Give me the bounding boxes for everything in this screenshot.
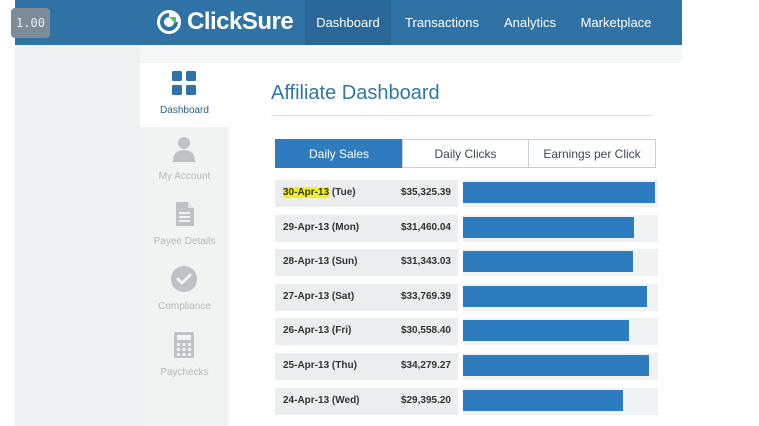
bar-track (463, 180, 658, 207)
bar-track (463, 284, 658, 311)
row-date-value: 26-Apr-13 (283, 325, 330, 336)
bar-track (463, 215, 658, 242)
bar-track (463, 353, 658, 380)
row-date: 24-Apr-13 (Wed) (283, 395, 360, 406)
sidebar-item-label: Dashboard (160, 105, 209, 116)
row-date-value: 30-Apr-13 (283, 187, 330, 198)
table-row: 29-Apr-13 (Mon) $31,460.04 (275, 215, 658, 242)
sales-bar (463, 251, 633, 272)
sales-bar (463, 286, 647, 307)
brand-name: ClickSure (187, 8, 294, 35)
row-amount: $30,558.40 (400, 325, 451, 336)
chart-tabs: Daily Sales Daily Clicks Earnings per Cl… (275, 139, 656, 168)
row-date-value: 29-Apr-13 (283, 222, 330, 233)
sidebar-item-label: Payee Details (153, 236, 216, 247)
title-divider (271, 115, 654, 116)
tab-earnings-per-click[interactable]: Earnings per Click (528, 139, 656, 168)
user-icon (173, 137, 195, 162)
table-row: 26-Apr-13 (Fri) $30,558.40 (275, 318, 658, 345)
sales-bar (463, 320, 629, 341)
top-nav-bar: ClickSure Dashboard Transactions Analyti… (15, 0, 682, 45)
sales-bar (463, 217, 634, 238)
nav-analytics[interactable]: Analytics (493, 0, 567, 45)
page-title: Affiliate Dashboard (271, 82, 440, 104)
row-amount: $33,769.39 (400, 291, 451, 302)
tab-daily-sales[interactable]: Daily Sales (275, 139, 403, 168)
row-date: 29-Apr-13 (Mon) (283, 222, 359, 233)
row-label-cell: 24-Apr-13 (Wed) $29,395.20 (275, 388, 458, 415)
row-date: 25-Apr-13 (Thu) (283, 360, 357, 371)
nav-dashboard[interactable]: Dashboard (305, 0, 391, 45)
sales-bar (463, 182, 655, 203)
table-row: 25-Apr-13 (Thu) $34,279.27 (275, 353, 658, 380)
table-row: 24-Apr-13 (Wed) $29,395.20 (275, 388, 658, 415)
row-day-value: (Thu) (331, 360, 357, 371)
row-date-value: 27-Apr-13 (283, 291, 330, 302)
row-label-cell: 28-Apr-13 (Sun) $31,343.03 (275, 249, 458, 276)
table-row: 30-Apr-13 (Tue) $35,325.39 (275, 180, 658, 207)
sidebar-item-payee-details[interactable]: Payee Details (140, 194, 229, 258)
brand-logo[interactable]: ClickSure (155, 8, 294, 36)
row-date-value: 25-Apr-13 (283, 360, 330, 371)
row-amount: $31,343.03 (400, 256, 451, 267)
sidebar-item-compliance[interactable]: Compliance (140, 259, 229, 323)
row-label-cell: 30-Apr-13 (Tue) $35,325.39 (275, 180, 458, 207)
row-date: 27-Apr-13 (Sat) (283, 291, 354, 302)
grid-icon (172, 71, 196, 95)
row-label-cell: 29-Apr-13 (Mon) $31,460.04 (275, 215, 458, 242)
row-day-value: (Sun) (331, 256, 358, 267)
tab-daily-clicks[interactable]: Daily Clicks (402, 139, 529, 168)
document-icon (176, 202, 194, 226)
row-amount: $34,279.27 (400, 360, 451, 371)
left-margin (15, 45, 140, 426)
sales-bar (463, 390, 623, 411)
sidebar-item-label: Compliance (158, 301, 211, 312)
row-date-value: 28-Apr-13 (283, 256, 330, 267)
calculator-icon (174, 332, 194, 358)
sidebar-item-label: My Account (158, 171, 211, 182)
row-date-value: 24-Apr-13 (283, 395, 330, 406)
row-day-value: (Tue) (331, 187, 356, 198)
row-label-cell: 26-Apr-13 (Fri) $30,558.40 (275, 318, 458, 345)
row-amount: $35,325.39 (400, 187, 451, 198)
row-day-value: (Mon) (331, 222, 360, 233)
row-amount: $29,395.20 (400, 395, 451, 406)
sidebar: Dashboard My Account Payee Details Compl… (140, 63, 229, 426)
row-day-value: (Sat) (331, 291, 355, 302)
table-row: 28-Apr-13 (Sun) $31,343.03 (275, 249, 658, 276)
clicksure-logo-icon (157, 10, 181, 34)
row-label-cell: 25-Apr-13 (Thu) $34,279.27 (275, 353, 458, 380)
row-label-cell: 27-Apr-13 (Sat) $33,769.39 (275, 284, 458, 311)
sidebar-item-my-account[interactable]: My Account (140, 129, 229, 193)
row-date: 28-Apr-13 (Sun) (283, 256, 357, 267)
bar-track (463, 249, 658, 276)
row-amount: $31,460.04 (400, 222, 451, 233)
row-day-value: (Wed) (331, 395, 360, 406)
bar-track (463, 388, 658, 415)
sales-bar (463, 355, 649, 376)
row-date: 26-Apr-13 (Fri) (283, 325, 351, 336)
sidebar-item-label: Paychecks (160, 367, 209, 378)
row-day-value: (Fri) (331, 325, 352, 336)
zoom-level-badge: 1.00 (11, 8, 50, 38)
bar-track (463, 318, 658, 345)
row-date: 30-Apr-13 (Tue) (283, 187, 356, 198)
table-row: 27-Apr-13 (Sat) $33,769.39 (275, 284, 658, 311)
sidebar-item-paychecks[interactable]: Paychecks (140, 325, 229, 389)
checkmark-icon (171, 266, 197, 292)
sidebar-item-dashboard[interactable]: Dashboard (140, 63, 229, 127)
nav-transactions[interactable]: Transactions (391, 0, 493, 45)
nav-marketplace[interactable]: Marketplace (567, 0, 665, 45)
